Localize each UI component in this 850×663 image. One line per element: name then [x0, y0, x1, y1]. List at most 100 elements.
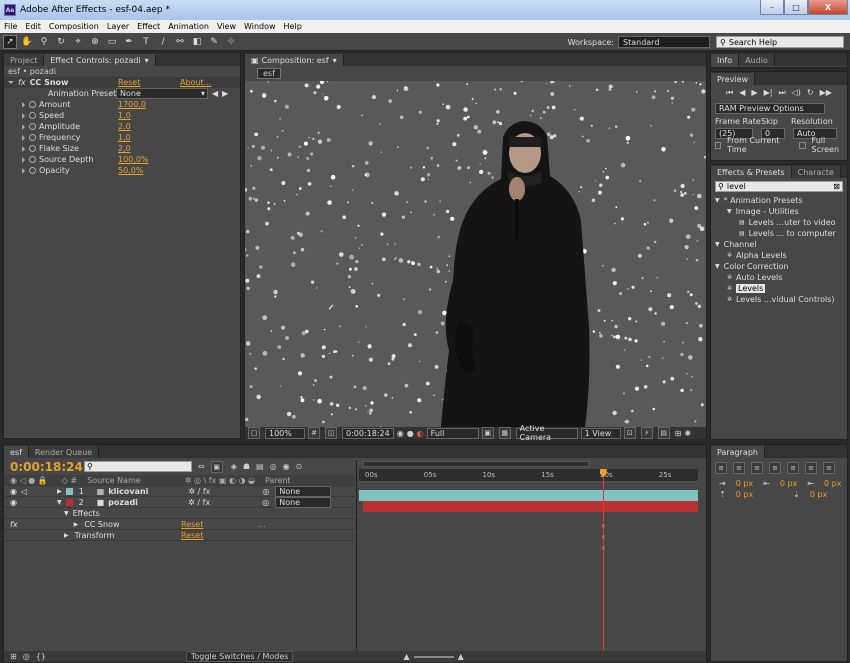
expand-arrow-icon[interactable]: [22, 134, 25, 141]
parent-header[interactable]: Parent: [265, 476, 291, 485]
hide-shy-layers-icon[interactable]: ☗: [243, 462, 250, 471]
camera-tool-icon[interactable]: ⌖: [71, 35, 85, 49]
tab-render-queue[interactable]: Render Queue: [28, 446, 100, 458]
snapshot-icon[interactable]: ◉: [397, 429, 404, 438]
justify-last-center-icon[interactable]: ≡: [787, 462, 799, 474]
full-screen-checkbox[interactable]: [799, 141, 806, 149]
effects-tree-item[interactable]: ✲ Alpha Levels: [711, 250, 847, 261]
magnification-dropdown[interactable]: 100%: [265, 427, 305, 439]
align-right-icon[interactable]: ≡: [751, 462, 763, 474]
expand-arrow-icon[interactable]: ▶: [74, 521, 79, 528]
frame-blending-icon[interactable]: ▤: [256, 462, 264, 471]
space-after-value[interactable]: 0 px: [810, 490, 827, 499]
pickwhip-icon[interactable]: ◎: [262, 487, 269, 496]
transform-row[interactable]: ▶ Transform Reset: [4, 530, 355, 541]
show-snapshot-icon[interactable]: ●: [407, 429, 414, 438]
transparency-grid-icon[interactable]: ▦: [498, 427, 511, 439]
visibility-eye-icon[interactable]: ◉: [10, 498, 17, 507]
effects-group-row[interactable]: ▼ Effects: [4, 508, 355, 519]
expand-arrow-icon[interactable]: [8, 81, 14, 84]
loop-icon[interactable]: ↻: [807, 88, 814, 98]
always-preview-icon[interactable]: ▢: [248, 427, 260, 439]
property-value[interactable]: 100,0%: [118, 155, 149, 164]
effects-tree-item[interactable]: ▼ Channel: [711, 239, 847, 250]
minimize-button[interactable]: –: [760, 0, 784, 15]
property-value[interactable]: 1,0: [118, 133, 131, 142]
expand-arrow-icon[interactable]: [22, 112, 25, 119]
menu-composition[interactable]: Composition: [45, 22, 103, 31]
layer-name[interactable]: pozadi: [108, 498, 168, 507]
space-before-value[interactable]: 0 px: [736, 490, 753, 499]
effects-search-input[interactable]: ⚲ level ⊠: [715, 181, 843, 192]
timeline-layer-row[interactable]: ◉ ▼ 2 ■ pozadi ✲ / fx ◎ None: [4, 496, 355, 508]
brush-tool-icon[interactable]: /: [156, 35, 170, 49]
effects-tree-item[interactable]: ▼ Color Correction: [711, 261, 847, 272]
tab-project[interactable]: Project: [4, 54, 45, 66]
parent-dropdown[interactable]: None: [275, 485, 332, 497]
expand-arrow-icon[interactable]: [22, 101, 25, 108]
rectangle-tool-icon[interactable]: ▭: [105, 35, 119, 49]
zoom-out-icon[interactable]: ▲: [403, 652, 409, 661]
parent-dropdown[interactable]: None: [275, 496, 332, 508]
timeline-layer-row[interactable]: ◉ ◁ ▶ 1 ▦ klicovani ✲ / fx ◎ None: [4, 485, 355, 497]
puppet-tool-icon[interactable]: ✥: [224, 35, 238, 49]
transform-reset-button[interactable]: Reset: [181, 531, 203, 540]
tab-effects-presets[interactable]: Effects & Presets: [711, 166, 792, 178]
property-value[interactable]: 1,0: [118, 111, 131, 120]
label-color-swatch[interactable]: [65, 487, 73, 495]
menu-layer[interactable]: Layer: [103, 22, 133, 31]
property-value[interactable]: 2,0: [118, 144, 131, 153]
mute-icon[interactable]: ◁): [792, 88, 801, 98]
mask-visibility-icon[interactable]: ◫: [325, 427, 337, 439]
cc-snow-row[interactable]: fx ▶ CC Snow Reset ...: [4, 519, 355, 530]
first-frame-icon[interactable]: ⏮: [726, 88, 733, 98]
property-value[interactable]: 1700,0: [118, 100, 146, 109]
clone-stamp-tool-icon[interactable]: ⚯: [173, 35, 187, 49]
next-preset-icon[interactable]: ▶: [222, 89, 228, 98]
effects-tree-item[interactable]: ✲ Auto Levels: [711, 272, 847, 283]
tab-paragraph[interactable]: Paragraph: [711, 446, 765, 458]
stopwatch-icon[interactable]: [29, 145, 36, 152]
live-update-icon[interactable]: ▣: [210, 460, 223, 473]
from-current-time-checkbox[interactable]: [715, 141, 722, 149]
transfer-controls-toggle-icon[interactable]: ◎: [23, 652, 30, 661]
pen-tool-icon[interactable]: ✒: [122, 35, 136, 49]
zoom-in-icon[interactable]: ▲: [458, 652, 464, 661]
label-color-swatch[interactable]: [65, 498, 73, 506]
effects-tree-item[interactable]: ▤ Levels ... to computer: [711, 228, 847, 239]
stopwatch-icon[interactable]: [29, 123, 36, 130]
effects-tree-item[interactable]: ✲ Levels ...vidual Controls): [711, 294, 847, 305]
timeline-timecode[interactable]: 0:00:18:24: [10, 460, 83, 474]
visibility-eye-icon[interactable]: ◉: [10, 487, 17, 496]
workspace-dropdown[interactable]: Standard: [618, 36, 710, 48]
effects-tree-item[interactable]: ✲ Levels: [711, 283, 847, 294]
maximize-button[interactable]: □: [784, 0, 808, 15]
effects-tree-item[interactable]: ▼ Image - Utilities: [711, 206, 847, 217]
expand-arrow-icon[interactable]: ▼: [64, 510, 69, 517]
time-graph[interactable]: 00s 05s 10s 15s 20s 25s ✕ ✕ ✕: [359, 460, 698, 652]
time-ruler[interactable]: 00s 05s 10s 15s 20s 25s: [359, 469, 698, 482]
grid-icon[interactable]: #: [308, 427, 320, 439]
selection-tool-icon[interactable]: ➚: [3, 34, 17, 49]
property-row-flake-size[interactable]: Flake Size 2,0: [4, 143, 240, 154]
search-help-input[interactable]: ⚲ Search Help: [716, 36, 844, 48]
menu-window[interactable]: Window: [240, 22, 280, 31]
rotate-tool-icon[interactable]: ↻: [54, 35, 68, 49]
tab-character[interactable]: Characte: [791, 166, 841, 178]
fast-previews-icon[interactable]: ⚡: [640, 427, 653, 439]
about-link[interactable]: About...: [180, 78, 211, 87]
effects-tree-item[interactable]: ▼ * Animation Presets: [711, 195, 847, 206]
eraser-tool-icon[interactable]: ◧: [190, 35, 204, 49]
property-row-source-depth[interactable]: Source Depth 100,0%: [4, 154, 240, 165]
cc-snow-more-link[interactable]: ...: [258, 520, 266, 529]
property-row-amplitude[interactable]: Amplitude 2,0: [4, 121, 240, 132]
property-row-amount[interactable]: Amount 1700,0: [4, 99, 240, 110]
property-value[interactable]: 50,0%: [118, 166, 143, 175]
indent-left-value[interactable]: 0 px: [736, 479, 753, 488]
tab-preview[interactable]: Preview: [711, 73, 756, 85]
menu-animation[interactable]: Animation: [164, 22, 213, 31]
expand-arrow-icon[interactable]: [22, 167, 25, 174]
effects-tree-item[interactable]: ▤ Levels ...uter to video: [711, 217, 847, 228]
property-value[interactable]: 2,0: [118, 122, 131, 131]
layer-bar-klicovani[interactable]: [359, 490, 698, 501]
